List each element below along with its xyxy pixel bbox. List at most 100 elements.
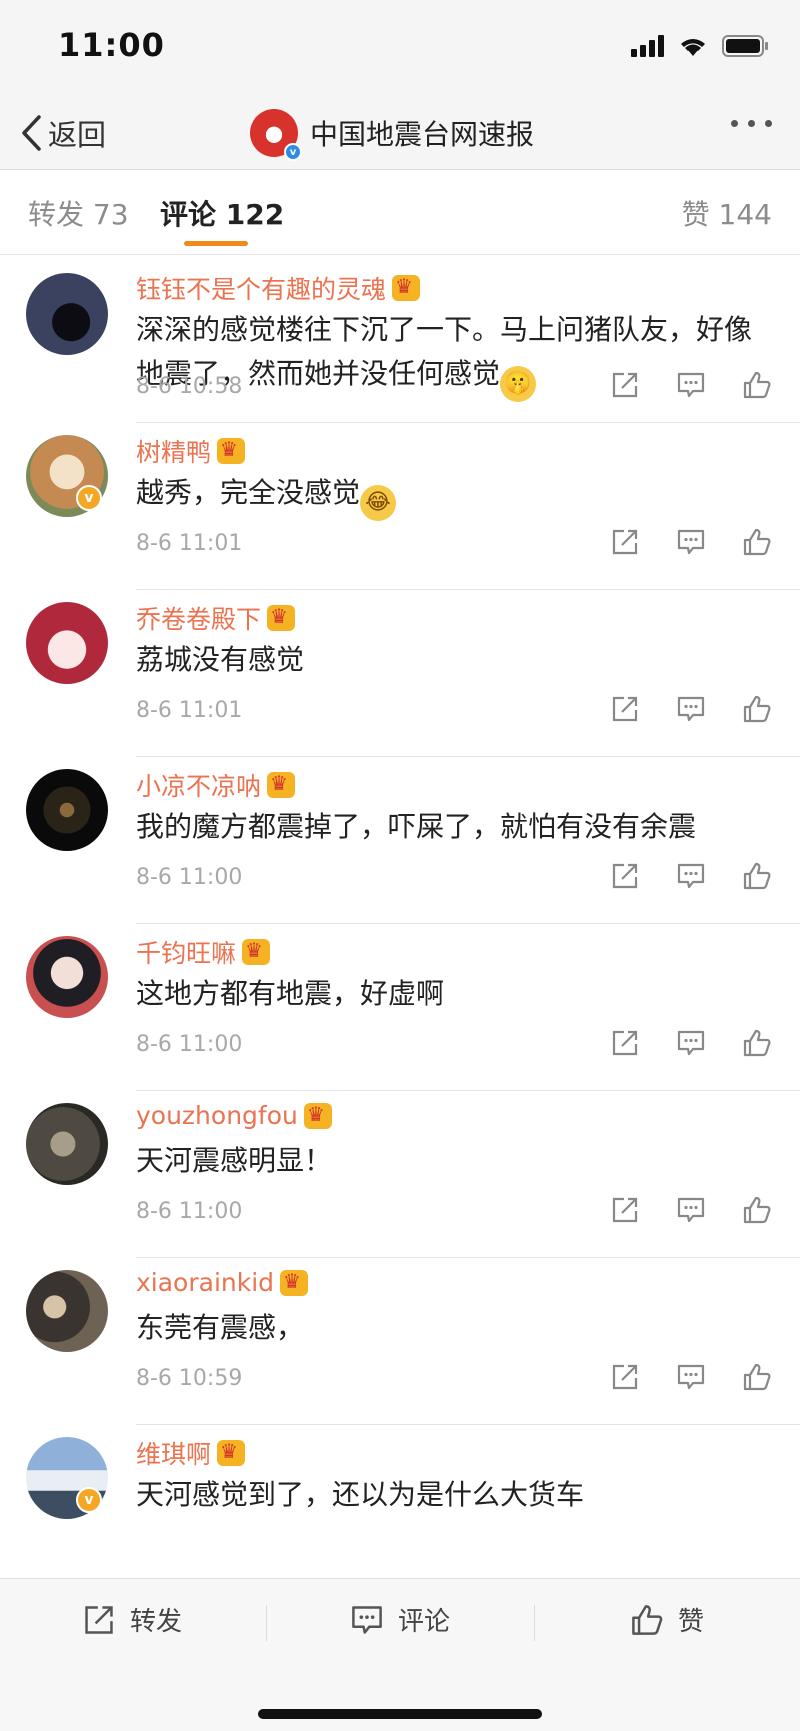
- more-options-icon[interactable]: [731, 120, 772, 127]
- comment-item: 钰钰不是个有趣的灵魂 深深的感觉楼往下沉了一下。马上问猪队友，好像地震了，然而她…: [0, 256, 800, 423]
- comment-item: youzhongfou 天河震感明显！ 8-6 11:00: [0, 1091, 800, 1258]
- vip-crown-icon: [280, 1269, 309, 1296]
- divider: [266, 1605, 267, 1641]
- avatar[interactable]: v: [26, 435, 108, 517]
- nav-bar: 返回 v 中国地震台网速报: [0, 96, 800, 170]
- comment-item: 乔卷卷殿下 荔城没有感觉 8-6 11:01: [0, 590, 800, 757]
- repost-button[interactable]: 转发: [82, 1601, 182, 1638]
- avatar[interactable]: v: [26, 1437, 108, 1519]
- comment-username[interactable]: 树精鸭: [136, 433, 246, 469]
- comment-username[interactable]: xiaorainkid: [136, 1268, 309, 1297]
- comment-item: v 树精鸭 越秀，完全没感觉😂 8-6 11:01: [0, 423, 800, 590]
- comment-icon[interactable]: [676, 861, 706, 891]
- comment-username[interactable]: 乔卷卷殿下: [136, 600, 296, 636]
- comment-actions: [610, 1028, 772, 1058]
- comment-actions: [610, 694, 772, 724]
- repost-icon[interactable]: [610, 527, 640, 557]
- comment-actions: [610, 1362, 772, 1392]
- avatar[interactable]: [26, 769, 108, 851]
- comment-button[interactable]: 评论: [350, 1601, 800, 1638]
- like-label: 赞: [678, 1607, 705, 1637]
- comment-icon[interactable]: [676, 1362, 706, 1392]
- comment-icon[interactable]: [676, 1195, 706, 1225]
- vip-crown-icon: [267, 771, 296, 798]
- comment-text: 这地方都有地震，好虚啊: [136, 977, 445, 1010]
- laugh-cry-emoji-icon: 😂: [360, 485, 397, 521]
- comment-username[interactable]: youzhongfou: [136, 1101, 332, 1130]
- avatar[interactable]: [26, 1270, 108, 1352]
- tab-bar: 转发 73 评论 122 赞 144: [0, 171, 800, 255]
- divider: [534, 1605, 535, 1641]
- back-label: 返回: [48, 118, 107, 152]
- comment-label: 评论: [398, 1607, 451, 1637]
- tab-like[interactable]: 赞 144: [682, 193, 772, 233]
- wifi-icon: [678, 35, 708, 57]
- battery-icon: [722, 34, 770, 58]
- comment-list[interactable]: 钰钰不是个有趣的灵魂 深深的感觉楼往下沉了一下。马上问猪队友，好像地震了，然而她…: [0, 256, 800, 1578]
- comment-timestamp: 8-6 11:00: [136, 1032, 243, 1057]
- status-bar: 11:00: [0, 0, 800, 96]
- like-icon[interactable]: [742, 694, 772, 724]
- repost-label: 转发: [130, 1607, 183, 1637]
- vip-crown-icon: [217, 1439, 246, 1466]
- vip-crown-icon: [267, 604, 296, 631]
- comment-icon[interactable]: [676, 694, 706, 724]
- comment-text: 越秀，完全没感觉 😂: [136, 471, 776, 521]
- comment-timestamp: 8-6 11:00: [136, 1199, 243, 1224]
- comment-item: xiaorainkid 东莞有震感， 8-6 10:59: [0, 1258, 800, 1425]
- comment-timestamp: 8-6 11:01: [136, 698, 243, 723]
- status-icons: [631, 34, 770, 58]
- comment-username[interactable]: 维琪啊: [136, 1435, 246, 1471]
- like-icon[interactable]: [742, 861, 772, 891]
- account-header[interactable]: v 中国地震台网速报: [250, 104, 534, 162]
- comment-timestamp: 8-6 11:00: [136, 865, 243, 890]
- comment-icon[interactable]: [676, 527, 706, 557]
- comment-username[interactable]: 钰钰不是个有趣的灵魂: [136, 270, 421, 306]
- vip-crown-icon: [303, 1102, 332, 1129]
- like-icon[interactable]: [742, 370, 772, 400]
- repost-icon[interactable]: [610, 370, 640, 400]
- repost-icon[interactable]: [610, 1028, 640, 1058]
- comment-text: 荔城没有感觉: [136, 643, 305, 676]
- tab-repost[interactable]: 转发 73: [28, 193, 129, 233]
- cellular-signal-icon: [631, 35, 664, 57]
- avatar[interactable]: [26, 936, 108, 1018]
- bottom-action-bar: 转发 评论 赞: [0, 1578, 800, 1731]
- comment-username[interactable]: 小凉不凉呐: [136, 767, 296, 803]
- comment-actions: [610, 370, 772, 400]
- avatar[interactable]: [26, 602, 108, 684]
- comment-actions: [610, 1195, 772, 1225]
- repost-icon: [85, 1605, 113, 1634]
- comment-actions: [610, 527, 772, 557]
- verified-badge-icon: v: [284, 143, 302, 161]
- page-title: 中国地震台网速报: [310, 118, 535, 151]
- avatar[interactable]: [26, 273, 108, 355]
- comment-actions: [610, 861, 772, 891]
- comment-text: 天河感觉到了，还以为是什么大货车: [136, 1478, 585, 1511]
- account-avatar[interactable]: v: [250, 109, 302, 161]
- repost-icon[interactable]: [610, 1362, 640, 1392]
- comment-icon[interactable]: [676, 370, 706, 400]
- back-button[interactable]: 返回: [20, 108, 106, 158]
- repost-icon[interactable]: [610, 694, 640, 724]
- comment-icon: [352, 1605, 382, 1634]
- like-icon[interactable]: [742, 1195, 772, 1225]
- comment-timestamp: 8-6 10:58: [136, 374, 243, 399]
- comment-timestamp: 8-6 11:01: [136, 531, 243, 556]
- shush-emoji-icon: 🤫: [500, 366, 537, 402]
- tab-active-indicator: [184, 241, 248, 246]
- comment-username[interactable]: 千钧旺嘛: [136, 934, 271, 970]
- like-button[interactable]: 赞: [630, 1601, 704, 1638]
- repost-icon[interactable]: [610, 861, 640, 891]
- repost-icon[interactable]: [610, 1195, 640, 1225]
- comment-item: v 维琪啊 天河感觉到了，还以为是什么大货车: [0, 1425, 800, 1578]
- comment-item: 千钧旺嘛 这地方都有地震，好虚啊 8-6 11:00: [0, 924, 800, 1091]
- like-icon[interactable]: [742, 1028, 772, 1058]
- home-indicator[interactable]: [258, 1709, 542, 1719]
- like-icon[interactable]: [742, 1362, 772, 1392]
- chevron-left-icon: [22, 115, 41, 151]
- like-icon[interactable]: [742, 527, 772, 557]
- comment-icon[interactable]: [676, 1028, 706, 1058]
- comment-timestamp: 8-6 10:59: [136, 1366, 243, 1391]
- avatar[interactable]: [26, 1103, 108, 1185]
